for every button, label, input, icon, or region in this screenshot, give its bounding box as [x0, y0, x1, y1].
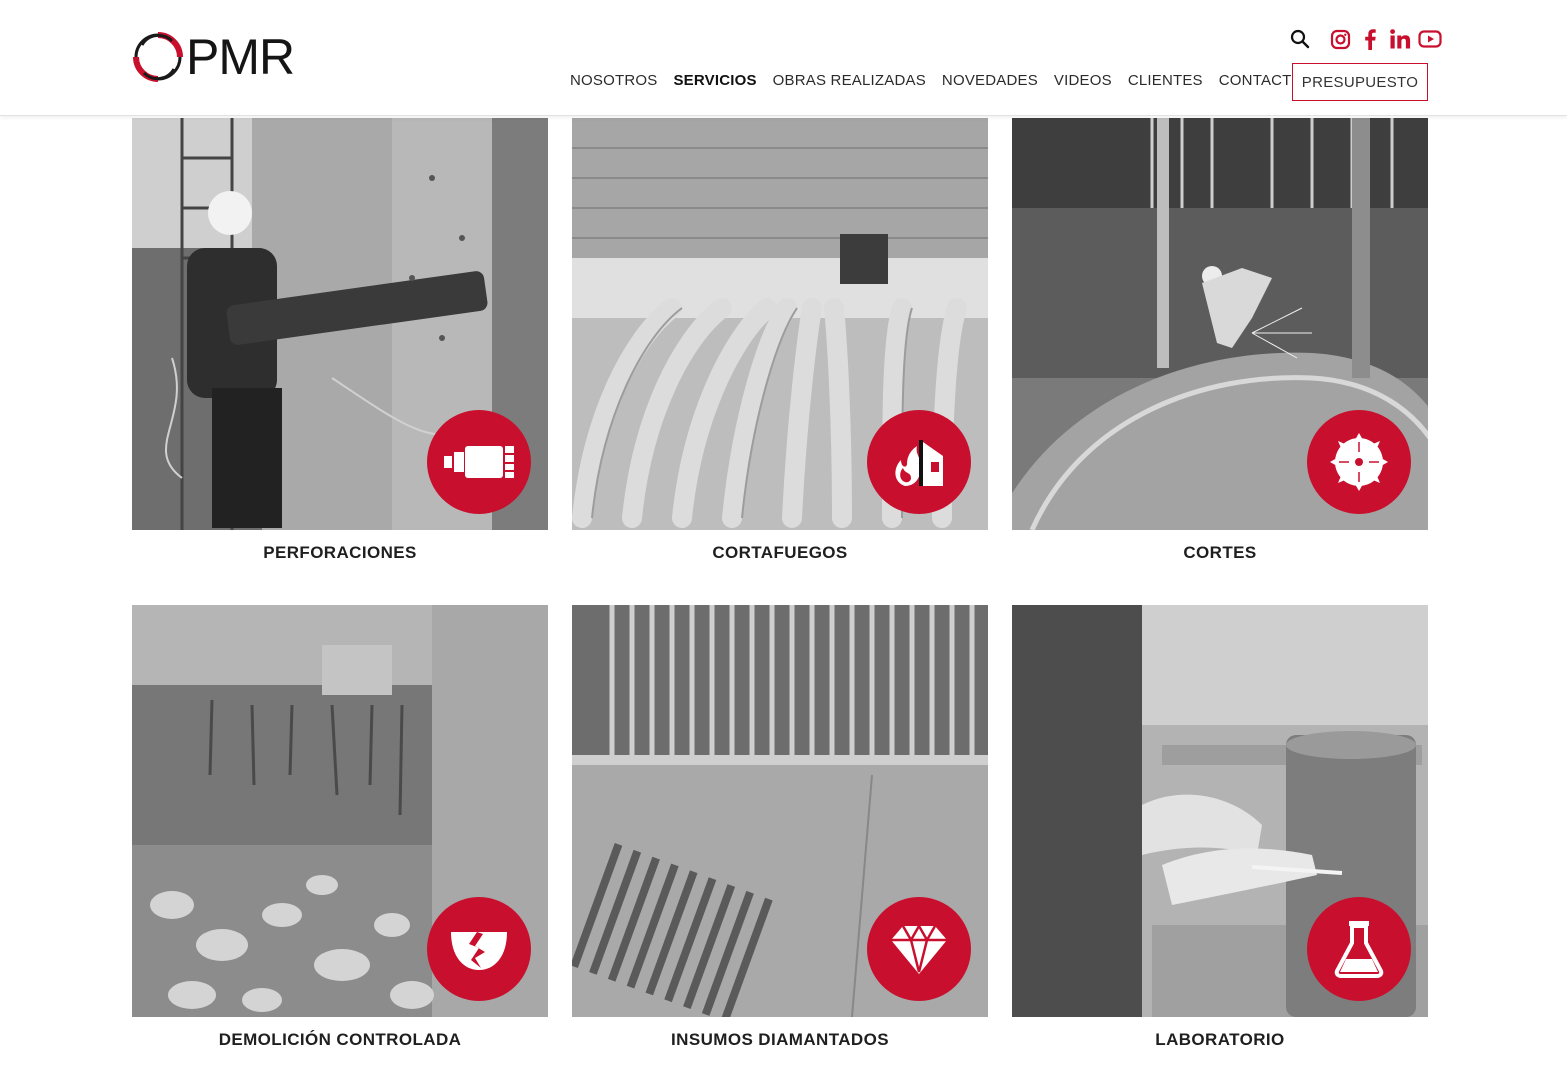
service-badge	[867, 897, 971, 1001]
nav-item-nosotros[interactable]: NOSOTROS	[570, 72, 657, 89]
service-photo[interactable]	[132, 118, 548, 530]
facebook-icon[interactable]	[1358, 27, 1382, 51]
service-badge	[427, 410, 531, 514]
nav-item-servicios[interactable]: SERVICIOS	[673, 72, 756, 89]
diamond-icon	[891, 923, 947, 974]
nav-item-clientes[interactable]: CLIENTES	[1128, 72, 1203, 89]
saw-blade-icon	[1330, 433, 1388, 491]
service-badge	[867, 410, 971, 514]
service-card-insumos-diamantados[interactable]: INSUMOS DIAMANTADOS	[572, 605, 988, 1065]
presupuesto-button[interactable]: PRESUPUESTO	[1292, 63, 1428, 101]
service-card-demolicion-controlada[interactable]: DEMOLICIÓN CONTROLADA	[132, 605, 548, 1065]
youtube-icon[interactable]	[1418, 27, 1442, 51]
service-title[interactable]: CORTAFUEGOS	[572, 543, 988, 563]
nav-item-contacto[interactable]: CONTACTO	[1219, 72, 1303, 89]
fire-house-icon	[895, 440, 943, 486]
service-card-perforaciones[interactable]: PERFORACIONES	[132, 118, 548, 578]
service-badge	[1307, 410, 1411, 514]
cracked-bowl-icon	[451, 932, 507, 970]
instagram-icon[interactable]	[1328, 27, 1352, 51]
nav-item-obras-realizadas[interactable]: OBRAS REALIZADAS	[773, 72, 926, 89]
logo-text: PMR	[186, 29, 295, 85]
site-logo[interactable]: PMR	[132, 29, 295, 85]
service-photo[interactable]	[1012, 605, 1428, 1017]
search-icon[interactable]	[1288, 27, 1312, 51]
pmr-logo-mark-icon	[133, 32, 183, 82]
service-title[interactable]: LABORATORIO	[1012, 1030, 1428, 1050]
linkedin-icon[interactable]	[1388, 27, 1412, 51]
site-header: PMR NOSOTROS SERVICIOS OBRAS REALIZADAS …	[0, 0, 1567, 116]
service-badge	[427, 897, 531, 1001]
service-title[interactable]: DEMOLICIÓN CONTROLADA	[132, 1030, 548, 1050]
service-photo[interactable]	[132, 605, 548, 1017]
service-badge	[1307, 897, 1411, 1001]
nav-item-videos[interactable]: VIDEOS	[1054, 72, 1112, 89]
service-photo[interactable]	[1012, 118, 1428, 530]
service-card-cortes[interactable]: CORTES	[1012, 118, 1428, 578]
core-drill-icon	[444, 446, 514, 478]
service-title[interactable]: PERFORACIONES	[132, 543, 548, 563]
service-card-cortafuegos[interactable]: CORTAFUEGOS	[572, 118, 988, 578]
service-title[interactable]: CORTES	[1012, 543, 1428, 563]
nav-item-novedades[interactable]: NOVEDADES	[942, 72, 1038, 89]
main-nav: NOSOTROS SERVICIOS OBRAS REALIZADAS NOVE…	[570, 72, 1303, 89]
service-title[interactable]: INSUMOS DIAMANTADOS	[572, 1030, 988, 1050]
service-photo[interactable]	[572, 118, 988, 530]
service-photo[interactable]	[572, 605, 988, 1017]
flask-icon	[1334, 921, 1384, 978]
service-card-laboratorio[interactable]: LABORATORIO	[1012, 605, 1428, 1065]
